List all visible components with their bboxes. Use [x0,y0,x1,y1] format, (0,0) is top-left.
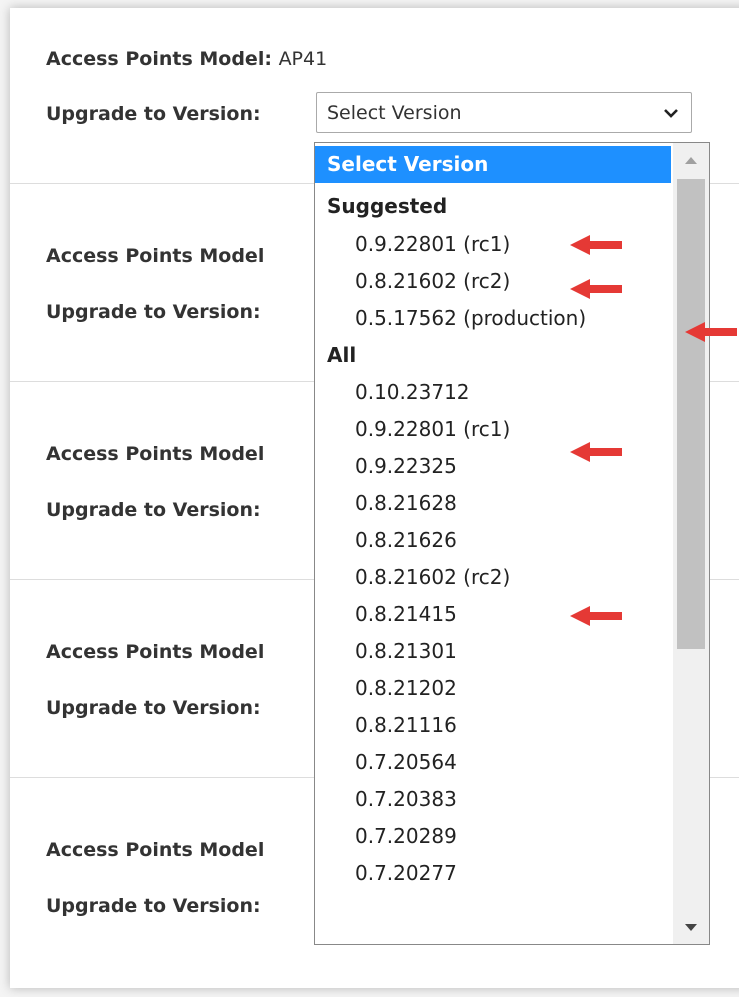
red-arrow-icon [570,442,622,462]
optgroup-suggested: Suggested [315,188,671,225]
option-label: 0.10.23712 [355,380,470,404]
option-label: 0.8.21301 [355,639,457,663]
model-label-text: Access Points Model: [46,48,272,70]
model-value: AP41 [278,48,328,70]
option-version[interactable]: 0.8.21301 [315,633,671,670]
option-version[interactable]: 0.5.17562 (production) [315,300,671,337]
option-label: 0.9.22801 (rc1) [355,417,511,441]
option-label: 0.5.17562 (production) [355,306,587,330]
dropdown-scrollbar[interactable] [673,143,709,944]
option-label: 0.8.21415 [355,602,457,626]
upgrade-label: Upgrade to Version: [46,301,261,323]
red-arrow-icon [570,235,622,255]
option-label: 0.8.21628 [355,491,457,515]
option-version[interactable]: 0.8.21628 [315,485,671,522]
version-select-value: Select Version [327,102,462,124]
model-label: Access Points Model [46,641,265,663]
option-version[interactable]: 0.8.21626 [315,522,671,559]
model-label: Access Points Model: AP41 [46,48,327,70]
version-dropdown-list[interactable]: Select Version Suggested 0.9.22801 (rc1)… [314,142,710,945]
scrollbar-thumb[interactable] [677,179,705,649]
option-label: 0.8.21116 [355,713,457,737]
model-label: Access Points Model [46,443,265,465]
option-label: 0.9.22325 [355,454,457,478]
triangle-up-icon[interactable] [673,143,709,173]
option-version[interactable]: 0.8.21602 (rc2) [315,559,671,596]
option-label: 0.7.20277 [355,861,457,885]
option-label: 0.8.21626 [355,528,457,552]
model-label: Access Points Model [46,839,265,861]
optgroup-label: All [327,343,357,367]
upgrade-label: Upgrade to Version: [46,895,261,917]
red-arrow-icon [685,322,737,342]
option-label: 0.9.22801 (rc1) [355,232,511,256]
option-label: 0.8.21602 (rc2) [355,565,511,589]
upgrade-label: Upgrade to Version: [46,103,261,125]
option-version[interactable]: 0.8.21116 [315,707,671,744]
version-select[interactable]: Select Version [316,92,692,133]
red-arrow-icon [570,606,622,626]
model-label: Access Points Model [46,245,265,267]
optgroup-label: Suggested [327,194,448,218]
option-select-version[interactable]: Select Version [315,146,671,183]
triangle-down-icon[interactable] [673,914,709,944]
option-version[interactable]: 0.7.20383 [315,781,671,818]
red-arrow-icon [570,279,622,299]
option-version[interactable]: 0.10.23712 [315,374,671,411]
option-label: 0.8.21202 [355,676,457,700]
option-version[interactable]: 0.8.21202 [315,670,671,707]
option-label: 0.7.20383 [355,787,457,811]
option-version[interactable]: 0.7.20564 [315,744,671,781]
option-version[interactable]: 0.7.20289 [315,818,671,855]
optgroup-all: All [315,337,671,374]
upgrade-label: Upgrade to Version: [46,499,261,521]
upgrade-label: Upgrade to Version: [46,697,261,719]
option-label: 0.7.20289 [355,824,457,848]
chevron-down-icon [664,109,678,118]
option-label: 0.8.21602 (rc2) [355,269,511,293]
option-label: 0.7.20564 [355,750,457,774]
option-version[interactable]: 0.7.20277 [315,855,671,892]
option-label: Select Version [327,152,489,176]
